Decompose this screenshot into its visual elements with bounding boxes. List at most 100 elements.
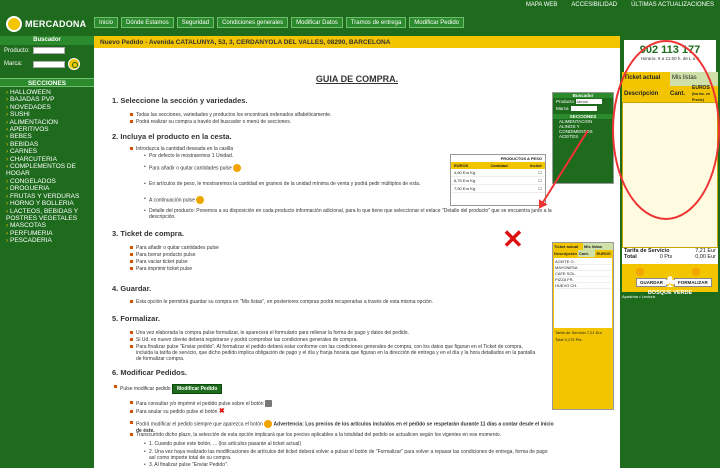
nav-terms[interactable]: Condiciones generales: [217, 17, 289, 28]
page-title: GUIA DE COMPRA.: [315, 74, 399, 84]
section-item[interactable]: CARNES: [6, 148, 88, 155]
section-item[interactable]: CONGELADOS: [6, 178, 88, 185]
step-1-heading: 1. Seleccione la sección y variedades.: [112, 96, 248, 105]
step-2-sub: Por defecto le mostraremos 1 Unidad.: [144, 153, 349, 159]
mini-brand-label: Marca: [556, 106, 569, 111]
illustration-product-table: PRODUCTOS A PESO EUROS Cantidad Incluir …: [450, 154, 546, 206]
total-eur: 0,00 Eur: [695, 254, 716, 260]
step-1-bullet: Todas las secciones, variedades y produc…: [130, 112, 436, 118]
step-6-bullet-text: Para anular su pedido pulse el botón: [136, 409, 218, 415]
print-order-icon: [264, 400, 272, 407]
mini-col: EUROS: [454, 163, 469, 168]
nav-delivery-slots[interactable]: Tramos de entrega: [345, 17, 407, 28]
mini-brand-row: Marca: [553, 105, 613, 112]
section-item[interactable]: HALLOWEEN: [6, 89, 88, 96]
step-6-bullet-text: Para consultar y/o imprimir el pedido pu…: [136, 400, 264, 407]
mini-cart-icon: ☐: [538, 170, 542, 175]
brand-search-row: Marca:: [0, 56, 94, 72]
section-item[interactable]: SUSHI: [6, 111, 88, 118]
step-2-sub: Para añadir o quitar cantidades pulse: [144, 164, 339, 172]
illustration-ticket: Ticket actual Mis listas Descripción Can…: [552, 242, 614, 410]
mini-ticket-cols: Descripción Cant. EUROS: [553, 250, 613, 257]
mini-tab-lists: Mis listas: [583, 243, 613, 250]
mini-price: 7,50 Eur Kg: [454, 186, 476, 191]
mini-cart-icon: ☐: [538, 178, 542, 183]
section-item[interactable]: DROGUERIA: [6, 185, 88, 192]
mini-price: 4,60 Eur Kg: [454, 170, 476, 175]
latest-updates-link[interactable]: ÚLTIMAS ACTUALIZACIONES: [631, 2, 714, 8]
step-6-intro-text: Pulse modificar pedido: [120, 386, 171, 392]
accessibility-link[interactable]: ACCESIBILIDAD: [571, 2, 617, 8]
step-2-sub-text: A continuación pulse: [149, 197, 195, 204]
section-item[interactable]: FRUTAS Y VERDURAS: [6, 193, 88, 200]
section-item[interactable]: MASCOTAS: [6, 222, 88, 229]
product-input[interactable]: [33, 47, 65, 54]
section-item[interactable]: NOVEDADES: [6, 104, 88, 111]
brand-input[interactable]: [33, 60, 65, 68]
step-6-paragraph: Transcurrido dicho plazo, la selección d…: [130, 432, 556, 438]
step-6-bullet: Para consultar y/o imprimir el pedido pu…: [130, 400, 436, 407]
add-to-cart-icon: [196, 196, 205, 204]
nav-security[interactable]: Seguridad: [176, 17, 215, 28]
step-3-heading: 3. Ticket de compra.: [112, 229, 184, 238]
mini-item: PIZZA FR.: [555, 277, 574, 282]
mini-ticket-items: ACEITE O. MAYONESA CAFE SOL. PIZZA FR. H…: [554, 258, 612, 328]
step-5-heading: 5. Formalizar.: [112, 314, 160, 323]
highlight-circle: [612, 40, 720, 220]
step-3-bullet: Para imprimir ticket pulse: [130, 266, 336, 272]
section-item[interactable]: PESCADERIA: [6, 237, 88, 244]
brand-logo[interactable]: MERCADONA: [6, 14, 92, 34]
mini-product-header: EUROS Cantidad Incluir: [451, 162, 545, 169]
modify-order-icon: [264, 420, 273, 428]
step-3-bullet: Para borrar producto pulse: [130, 252, 336, 258]
site-map-link[interactable]: MAPA WEB: [526, 2, 558, 8]
section-item[interactable]: BEBIDAS: [6, 141, 88, 148]
nav-home[interactable]: Inicio: [94, 17, 119, 28]
top-utility-bar: MAPA WEB ACCESIBILIDAD ÚLTIMAS ACTUALIZA…: [0, 0, 720, 12]
section-item[interactable]: HORNO Y BOLLERIA: [6, 200, 88, 207]
step-2-heading: 2. Incluya el producto en la cesta.: [112, 132, 232, 141]
mini-price: 6,75 Eur Kg: [454, 178, 476, 183]
step-6-note: 2. Una vez haya realizado las modificaci…: [144, 449, 549, 461]
step-3-bullet: Para añadir o quitar cantidades pulse: [130, 245, 336, 251]
mini-section: ALINOS Y CONDIMENTOS: [559, 124, 593, 134]
search-icon[interactable]: [68, 58, 80, 70]
delivery-address-bar: Nuevo Pedido - Avenida CATALUNYA, 53, 3,…: [94, 36, 620, 48]
section-item[interactable]: PERFUMERIA: [6, 230, 88, 237]
sections-title: SECCIONES: [0, 78, 94, 87]
section-item[interactable]: CHARCUTERIA: [6, 156, 88, 163]
section-item[interactable]: APERITIVOS: [6, 126, 88, 133]
mini-item: MAYONESA: [555, 265, 578, 270]
section-item[interactable]: BEBES: [6, 133, 88, 140]
step-5-bullet: Para finalizar pulse "Enviar pedido". Al…: [130, 344, 536, 362]
mini-ticket-fee: Tarifa de Servicio 7,21 Eur: [553, 329, 613, 336]
edit-order-button[interactable]: Modificar Pedido: [171, 384, 223, 394]
mini-fee-value: 7,21 Eur: [586, 330, 602, 335]
step-6-note: 3. Al finalizar pulse "Enviar Pedido".: [144, 462, 529, 468]
brand-name: MERCADONA: [25, 19, 87, 29]
section-item[interactable]: COMPLEMENTOS DE HOGAR: [6, 163, 88, 178]
mini-brand-input: [570, 106, 597, 111]
mini-product-label: PRODUCTOS A PESO: [500, 156, 542, 161]
mini-total-value: 0,175 Pts: [564, 337, 582, 342]
bosque-verde-logo[interactable]: ♣ BOSQUE VERDE: [642, 272, 698, 296]
mini-product-label: Producto: [556, 99, 575, 104]
nav-edit-data[interactable]: Modificar Datos: [291, 17, 343, 28]
total-label: Total: [624, 254, 637, 260]
mini-tab-current: Ticket actual: [554, 244, 579, 249]
mini-ticket-row: HUEVO CH.: [555, 283, 611, 289]
mini-product-row: Producto Jamon: [553, 98, 613, 105]
step-6-heading: 6. Modificar Pedidos.: [112, 368, 188, 377]
section-item[interactable]: LACTEOS, BEBIDAS Y POSTRES VEGETALES: [6, 208, 88, 223]
mini-col: Cantidad: [490, 163, 508, 168]
mini-col: EUROS: [596, 251, 611, 256]
section-item[interactable]: ALIMENTACION: [6, 119, 88, 126]
nav-edit-order[interactable]: Modificar Pedido: [409, 17, 464, 28]
close-x-icon: ✕: [502, 224, 524, 254]
nav-locations[interactable]: Dónde Estamos: [121, 17, 174, 28]
step-5-bullet: Si Ud. es nuevo cliente deberá registrar…: [130, 337, 496, 343]
step-6-bullet-text: Podrá modificar el pedido siempre que ap…: [136, 421, 263, 428]
section-item[interactable]: BAJADAS PVP: [6, 96, 88, 103]
mini-col: Incluir: [529, 163, 542, 168]
mini-fee-label: Tarifa de Servicio: [555, 330, 586, 335]
